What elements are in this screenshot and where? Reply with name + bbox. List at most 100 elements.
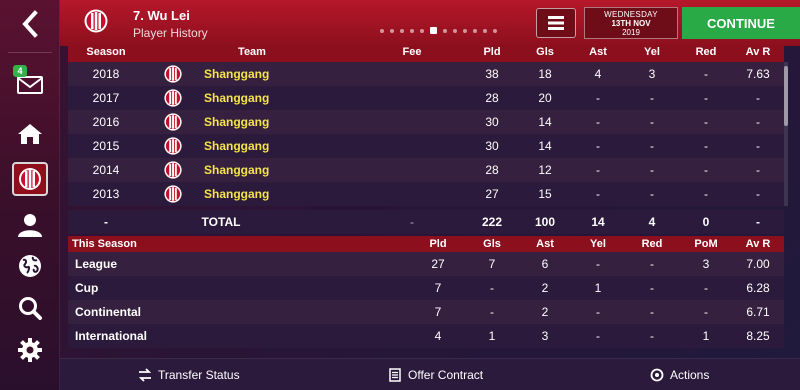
- pom-cell: -: [704, 305, 708, 319]
- red-cell: -: [704, 91, 708, 105]
- team-name-link[interactable]: Shanggang: [204, 62, 269, 86]
- team-name-link[interactable]: Shanggang: [204, 134, 269, 158]
- history-scrollbar[interactable]: [784, 62, 788, 206]
- team-crest-icon: [164, 65, 182, 83]
- col-gls[interactable]: Gls: [536, 46, 554, 58]
- bottom-action-bar: Transfer Status Offer Contract Actions: [60, 358, 800, 390]
- page-dot[interactable]: [420, 28, 424, 33]
- continue-button[interactable]: CONTINUE: [682, 7, 800, 39]
- offer-contract-button[interactable]: Offer Contract: [388, 359, 483, 390]
- yel-cell: -: [650, 163, 654, 177]
- this-season-title: This Season: [72, 238, 137, 250]
- gls-cell: 7: [488, 257, 496, 271]
- total-yel: 4: [648, 215, 656, 229]
- history-row[interactable]: 2015 Shanggang 30 14 - - - -: [68, 134, 784, 158]
- season-row[interactable]: Continental 7 - 2 - - - 6.71: [68, 300, 784, 324]
- page-dot[interactable]: [443, 28, 447, 33]
- page-dot[interactable]: [493, 28, 497, 33]
- team-crest-icon: [164, 89, 182, 107]
- total-season: -: [104, 215, 108, 229]
- col-season-ast[interactable]: Ast: [536, 236, 554, 252]
- page-dot[interactable]: [380, 28, 384, 33]
- page-dot[interactable]: [400, 28, 404, 33]
- history-row[interactable]: 2013 Shanggang 27 15 - - - -: [68, 182, 784, 206]
- pld-cell: 28: [485, 163, 499, 177]
- col-season[interactable]: Season: [86, 46, 125, 58]
- col-pld[interactable]: Pld: [483, 46, 500, 58]
- ast-cell: 4: [594, 67, 602, 81]
- history-row[interactable]: 2018 Shanggang 38 18 4 3 - 7.63: [68, 62, 784, 86]
- menu-button[interactable]: [536, 8, 576, 38]
- col-season-avr[interactable]: Av R: [746, 236, 771, 252]
- person-icon: [18, 214, 42, 237]
- col-season-yel[interactable]: Yel: [590, 236, 606, 252]
- settings-button[interactable]: [10, 330, 50, 370]
- col-season-gls[interactable]: Gls: [483, 236, 501, 252]
- home-icon: [18, 124, 42, 144]
- history-row[interactable]: 2016 Shanggang 30 14 - - - -: [68, 110, 784, 134]
- team-name-link[interactable]: Shanggang: [204, 158, 269, 182]
- page-dot[interactable]: [483, 28, 487, 33]
- col-season-red[interactable]: Red: [642, 236, 663, 252]
- people-button[interactable]: [10, 205, 50, 245]
- player-name: 7. Wu Lei: [133, 8, 190, 23]
- page-indicator[interactable]: [380, 27, 497, 34]
- col-season-pld[interactable]: Pld: [429, 236, 446, 252]
- history-row[interactable]: 2017 Shanggang 28 20 - - - -: [68, 86, 784, 110]
- season-row[interactable]: League 27 7 6 - - 3 7.00: [68, 252, 784, 276]
- team-crest-icon: [164, 161, 182, 179]
- competition-label: Cup: [75, 281, 99, 295]
- col-avr[interactable]: Av R: [746, 46, 771, 58]
- col-yel[interactable]: Yel: [644, 46, 660, 58]
- col-team[interactable]: Team: [238, 46, 266, 58]
- gls-cell: 18: [538, 67, 552, 81]
- col-fee[interactable]: Fee: [403, 46, 422, 58]
- season-row[interactable]: Cup 7 - 2 1 - - 6.28: [68, 276, 784, 300]
- home-button[interactable]: [10, 114, 50, 154]
- red-cell: -: [704, 67, 708, 81]
- total-gls: 100: [534, 215, 556, 229]
- date-day-month: 13TH NOV: [611, 19, 651, 28]
- gear-icon: [18, 338, 42, 362]
- ast-cell: 6: [541, 257, 549, 271]
- top-header: 7. Wu Lei Player History WEDNESDAY 13TH …: [60, 0, 800, 46]
- col-ast[interactable]: Ast: [589, 46, 607, 58]
- pld-cell: 7: [434, 281, 442, 295]
- date-year: 2019: [622, 28, 640, 37]
- col-red[interactable]: Red: [696, 46, 717, 58]
- avr-cell: -: [756, 139, 760, 153]
- ast-cell: -: [596, 187, 600, 201]
- avr-cell: -: [756, 115, 760, 129]
- pld-cell: 28: [485, 91, 499, 105]
- team-name-link[interactable]: Shanggang: [204, 182, 269, 206]
- club-button[interactable]: [12, 162, 48, 196]
- page-dot[interactable]: [410, 28, 414, 33]
- world-button[interactable]: [10, 246, 50, 286]
- inbox-badge: 4: [13, 65, 27, 77]
- game-date[interactable]: WEDNESDAY 13TH NOV 2019: [584, 7, 678, 39]
- gls-cell: 1: [488, 329, 496, 343]
- page-dot[interactable]: [473, 28, 477, 33]
- ast-cell: -: [596, 115, 600, 129]
- search-button[interactable]: [10, 288, 50, 328]
- team-name-link[interactable]: Shanggang: [204, 110, 269, 134]
- page-dot[interactable]: [390, 28, 394, 33]
- history-row[interactable]: 2014 Shanggang 28 12 - - - -: [68, 158, 784, 182]
- offer-contract-label: Offer Contract: [408, 368, 484, 382]
- actions-button[interactable]: Actions: [650, 359, 709, 390]
- inbox-button[interactable]: 4: [10, 64, 50, 104]
- page-dot[interactable]: [463, 28, 467, 33]
- total-ast: 14: [591, 215, 605, 229]
- back-button[interactable]: [10, 2, 50, 46]
- history-table-body[interactable]: 2018 Shanggang 38 18 4 3-7.63 2017 Shanggang 28 2…: [68, 62, 784, 206]
- team-name-link[interactable]: Shanggang: [204, 86, 269, 110]
- col-season-pom[interactable]: PoM: [694, 236, 717, 252]
- competition-label: Continental: [75, 305, 141, 319]
- season-cell: 2013: [92, 187, 120, 201]
- season-row[interactable]: International 4 1 3 - - 1 8.25: [68, 324, 784, 348]
- scrollbar-thumb[interactable]: [784, 66, 788, 126]
- team-crest-icon: [164, 185, 182, 203]
- page-dot[interactable]: [453, 28, 457, 33]
- page-dot-active[interactable]: [430, 27, 437, 34]
- transfer-status-button[interactable]: Transfer Status: [138, 359, 240, 390]
